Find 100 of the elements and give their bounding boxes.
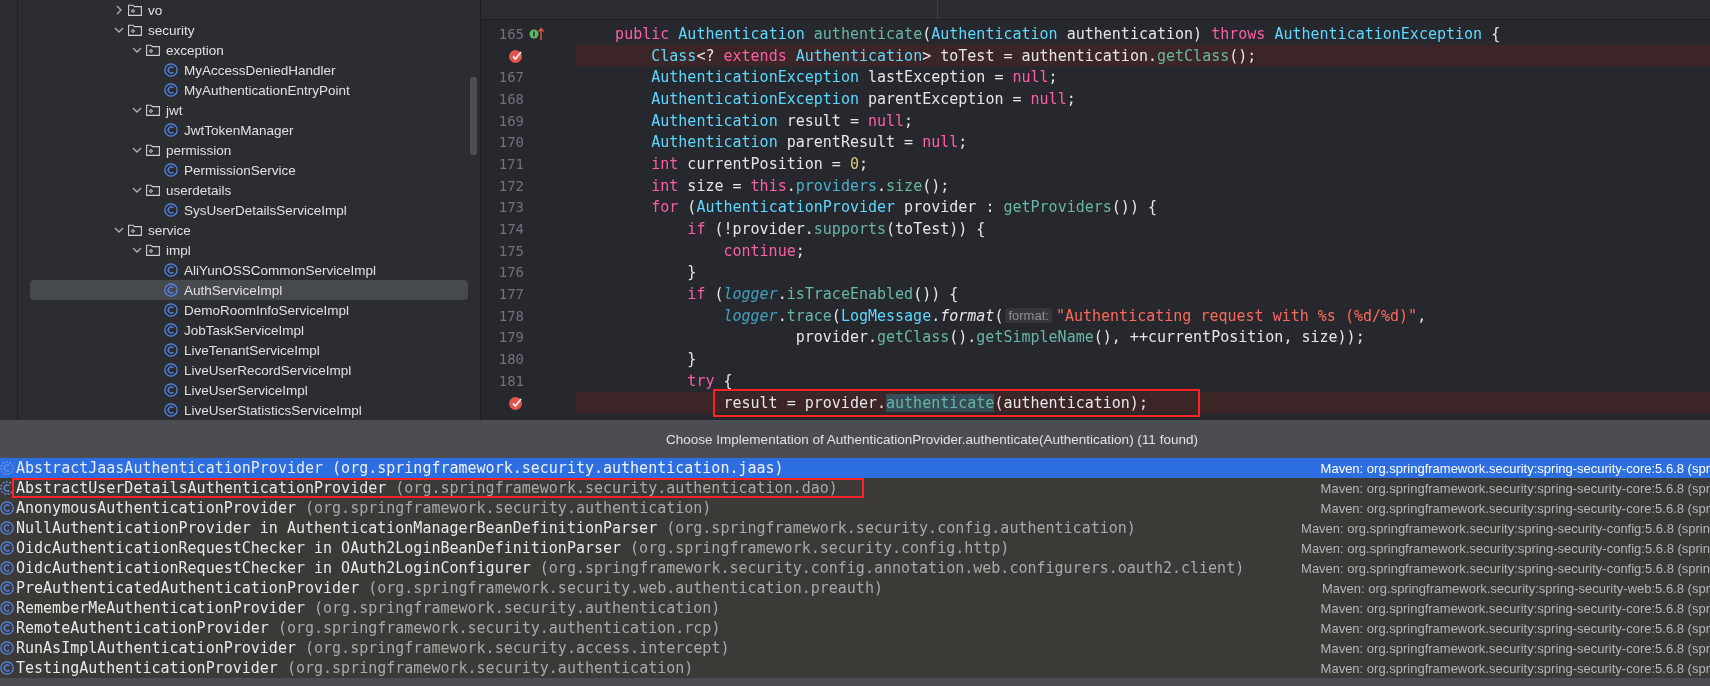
class-icon xyxy=(164,283,178,297)
chevron-down-icon[interactable] xyxy=(132,147,142,153)
implementation-item[interactable]: RunAsImplAuthenticationProvider (org.springframework.security.access.intercept) Maven: org.springframework.security:spring-security-core:5.6.8 (spr xyxy=(0,638,1710,658)
tree-item[interactable]: permission xyxy=(30,140,468,160)
tree-item[interactable]: service xyxy=(30,220,468,240)
code-text: } xyxy=(687,263,697,282)
implementation-name: AbstractUserDetailsAuthenticationProvider (org.springframework.security.authentication.dao) xyxy=(12,478,864,498)
chevron-down-icon[interactable] xyxy=(132,107,142,113)
class-icon xyxy=(164,203,178,217)
implementation-name: RememberMeAuthenticationProvider (org.springframework.security.authentication) xyxy=(16,599,721,617)
implementation-name: AbstractJaasAuthenticationProvider (org.springframework.security.authentication.jaas) xyxy=(16,459,784,477)
line-number: 179 xyxy=(498,329,524,346)
line-number: 181 xyxy=(498,372,524,389)
code-text: for (AuthenticationProvider provider : getProviders()) { xyxy=(651,198,1157,217)
code-text: Authentication parentResult = null; xyxy=(651,133,968,152)
class-icon xyxy=(0,501,14,515)
class-icon xyxy=(0,581,14,595)
implementation-item[interactable]: AnonymousAuthenticationProvider (org.springframework.security.authentication) Maven: org.springframework.security:spring-security-core:5.6.8 (spr xyxy=(0,498,1710,518)
tree-item[interactable]: MyAccessDeniedHandler xyxy=(30,60,468,80)
code-text: result = provider.authenticate(authentication); xyxy=(713,388,1200,417)
implementation-name: AnonymousAuthenticationProvider (org.springframework.security.authentication) xyxy=(16,499,712,517)
chevron-down-icon[interactable] xyxy=(132,187,142,193)
chevron-down-icon[interactable] xyxy=(132,247,142,253)
tree-item[interactable]: PermissionService xyxy=(30,160,468,180)
chevron-down-icon[interactable] xyxy=(114,227,124,233)
implementation-item[interactable]: RemoteAuthenticationProvider (org.springframework.security.authentication.rcp) Maven: org.springframework.security:spring-security-core:5.6.8 (spr xyxy=(0,618,1710,638)
line-number: 168 xyxy=(498,90,524,107)
class-icon xyxy=(0,641,14,655)
implementation-name: RunAsImplAuthenticationProvider (org.springframework.security.access.intercept) xyxy=(16,639,730,657)
tree-item[interactable]: JobTaskServiceImpl xyxy=(30,320,468,340)
class-icon xyxy=(164,163,178,177)
implementation-name: TestingAuthenticationProvider (org.springframework.security.authentication) xyxy=(16,659,694,677)
tree-item[interactable]: userdetails xyxy=(30,180,468,200)
tree-item[interactable]: LiveUserServiceImpl xyxy=(30,380,468,400)
code-text: provider.getClass().getSimpleName(), ++currentPosition, size)); xyxy=(795,328,1365,347)
class-icon xyxy=(0,661,14,675)
tree-item[interactable]: vo xyxy=(30,0,468,20)
tree-item[interactable]: jwt xyxy=(30,100,468,120)
line-number: 169 xyxy=(498,112,524,129)
code-text: logger.trace(LogMessage.format( xyxy=(723,306,1004,325)
tree-item[interactable]: LiveUserStatisticsServiceImpl xyxy=(30,400,468,420)
implementation-item[interactable]: PreAuthenticatedAuthenticationProvider (org.springframework.security.web.authentication.preauth) Maven: org.springframework.security:spring-security-web:5.6.8 (spr xyxy=(0,578,1710,598)
package-folder-icon xyxy=(146,244,160,256)
code-text: AuthenticationException parentException = null; xyxy=(651,89,1076,108)
tree-item[interactable]: AliYunOSSCommonServiceImpl xyxy=(30,260,468,280)
abstract-class-icon xyxy=(0,481,14,495)
code-text: "Authenticating request with %s (%d/%d)", xyxy=(1055,306,1427,325)
chevron-right-icon[interactable] xyxy=(116,5,122,15)
implementation-item[interactable] xyxy=(0,558,1710,578)
line-number: 173 xyxy=(498,199,524,216)
class-icon xyxy=(164,403,178,417)
breakpoint-icon[interactable] xyxy=(508,47,524,64)
implements-icon[interactable] xyxy=(529,26,545,41)
package-folder-icon xyxy=(146,44,160,56)
class-icon xyxy=(0,621,14,635)
class-icon xyxy=(0,541,14,555)
implementation-item[interactable]: NullAuthenticationProvider in AuthenticationManagerBeanDefinitionParser (org.springframework.security.config.authentication) Maven: org.springframework.security:spring-security-config:5.6.8 (sprin xyxy=(0,518,1710,538)
implementation-item[interactable]: OidcAuthenticationRequestChecker in OAuth2LoginBeanDefinitionParser (org.springframework.security.config.http) Maven: org.springframework.security:spring-security-config:5.6.8 (sprin xyxy=(0,538,1710,558)
code-text: public Authentication authenticate(Authentication authentication) throws AuthenticationException { xyxy=(615,24,1501,43)
code-text: Authentication result = null; xyxy=(651,111,914,130)
tree-item[interactable]: AuthServiceImpl xyxy=(30,280,468,300)
tree-item[interactable]: impl xyxy=(30,240,468,260)
code-text: } xyxy=(687,350,697,369)
parameter-hint: format: xyxy=(1005,308,1052,324)
class-icon xyxy=(164,343,178,357)
line-number: 177 xyxy=(498,286,524,303)
package-folder-icon xyxy=(146,104,160,116)
chevron-down-icon[interactable] xyxy=(114,27,124,33)
library-name: Maven: org.springframework.security:spring-security-config:5.6.8 (sprin xyxy=(1300,560,1710,576)
line-number: 171 xyxy=(498,155,524,172)
breakpoint-icon[interactable] xyxy=(508,394,524,411)
class-icon xyxy=(164,363,178,377)
implementation-name: RemoteAuthenticationProvider (org.springframework.security.authentication.rcp) xyxy=(16,619,721,637)
tree-item[interactable]: SysUserDetailsServiceImpl xyxy=(30,200,468,220)
tree-item[interactable]: LiveTenantServiceImpl xyxy=(30,340,468,360)
scrollbar[interactable] xyxy=(470,77,477,155)
implementation-item[interactable]: AbstractJaasAuthenticationProvider (org.springframework.security.authentication.jaas) Maven: org.springframework.security:spring-security-core:5.6.8 (spr xyxy=(0,458,1710,478)
code-text: if (!provider.supports(toTest)) { xyxy=(687,220,986,239)
package-folder-icon xyxy=(146,184,160,196)
package-folder-icon xyxy=(128,224,142,236)
tree-item[interactable]: security xyxy=(30,20,468,40)
implementation-item[interactable]: AbstractUserDetailsAuthenticationProvider (org.springframework.security.authentication.dao) Maven: org.springframework.security:spring-security-core:5.6.8 (spr xyxy=(0,478,1710,498)
implementation-item[interactable]: RememberMeAuthenticationProvider (org.springframework.security.authentication) Maven: org.springframework.security:spring-security-core:5.6.8 (spr xyxy=(0,598,1710,618)
tree-item[interactable]: exception xyxy=(30,40,468,60)
implementation-name: OidcAuthenticationRequestChecker in OAuth2LoginBeanDefinitionParser (org.springframework.security.config.http) xyxy=(16,539,1010,557)
line-number: 167 xyxy=(498,69,524,86)
class-icon xyxy=(0,561,14,575)
tree-item[interactable]: LiveUserRecordServiceImpl xyxy=(30,360,468,380)
implementation-name: OidcAuthenticationRequestChecker in OAuth2LoginConfigurer (org.springframework.security.config.annotation.web.configurers.oauth2.client) xyxy=(16,559,1245,577)
library-name: Maven: org.springframework.security:spring-security-core:5.6.8 (spr xyxy=(1319,640,1710,656)
line-number: 178 xyxy=(498,307,524,324)
implementation-item[interactable]: TestingAuthenticationProvider (org.springframework.security.authentication) Maven: org.springframework.security:spring-security-core:5.6.8 (spr xyxy=(0,658,1710,678)
class-icon xyxy=(0,521,14,535)
tree-item[interactable]: MyAuthenticationEntryPoint xyxy=(30,80,468,100)
library-name: Maven: org.springframework.security:spring-security-core:5.6.8 (spr xyxy=(1319,460,1710,476)
chevron-down-icon[interactable] xyxy=(132,47,142,53)
tree-item[interactable]: DemoRoomInfoServiceImpl xyxy=(30,300,468,320)
tree-item[interactable]: JwtTokenManager xyxy=(30,120,468,140)
package-folder-icon xyxy=(128,24,142,36)
library-name: Maven: org.springframework.security:spring-security-config:5.6.8 (sprin xyxy=(1300,520,1710,536)
